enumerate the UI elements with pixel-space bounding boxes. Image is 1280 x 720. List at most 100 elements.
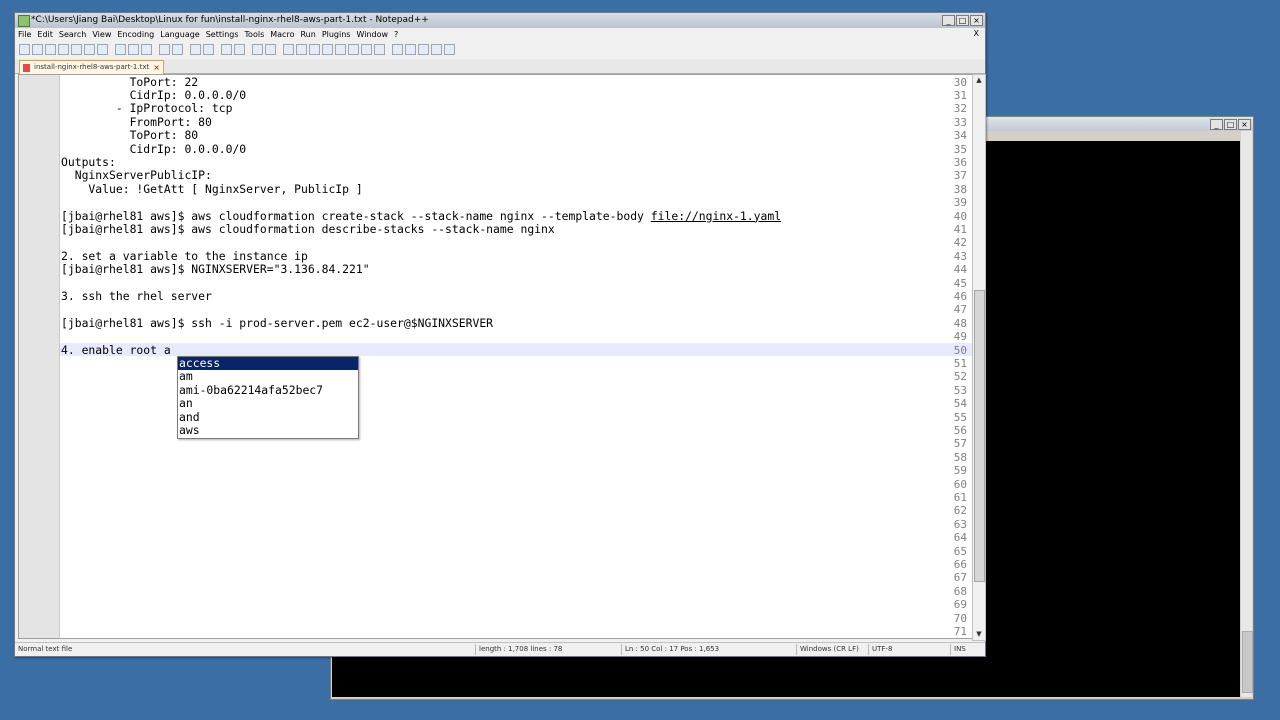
language-icon[interactable] [322, 43, 333, 55]
record-macro-icon[interactable] [392, 43, 403, 55]
console-scrollbar[interactable] [1241, 131, 1253, 697]
code-line[interactable]: [jbai@rhel81 aws]$ aws cloudformation de… [61, 221, 555, 236]
run-macro-multiple-icon[interactable] [431, 43, 442, 55]
menu-language[interactable]: Language [157, 29, 202, 41]
code-line[interactable]: ToPort: 22 [61, 75, 199, 89]
code-text: [jbai@rhel81 aws]$ aws cloudformation cr… [61, 208, 651, 223]
tab-close-icon[interactable]: × [153, 61, 160, 74]
code-line[interactable]: ToPort: 80 [61, 128, 199, 142]
code-line[interactable]: CidrIp: 0.0.0.0/0 [61, 88, 247, 102]
find-icon[interactable] [190, 43, 201, 55]
zoom-in-icon[interactable] [221, 43, 232, 55]
line-number: 67 [953, 571, 967, 585]
code-text: [jbai@rhel81 aws]$ ssh -i prod-server.pe… [61, 315, 494, 330]
close-icon[interactable]: × [970, 15, 983, 26]
autocomplete-item[interactable]: access [178, 356, 358, 371]
menu-edit[interactable]: Edit [34, 29, 56, 41]
text-editor[interactable]: 30 ToPort: 22 31 CidrIp: 0.0.0.0/0 32 - Ip… [18, 74, 974, 639]
notepad-app-icon [18, 15, 30, 27]
menu-file[interactable]: File [15, 29, 34, 41]
scroll-up-icon[interactable]: ▲ [973, 75, 985, 86]
editor-scrollbar[interactable]: ▲ ▼ [972, 74, 986, 641]
menu-tools[interactable]: Tools [242, 29, 268, 41]
code-line[interactable]: FromPort: 80 [61, 114, 212, 129]
menu-search[interactable]: Search [56, 29, 89, 41]
monitoring-icon[interactable] [374, 43, 385, 55]
tab-install-nginx[interactable]: install-nginx-rhel8-aws-part-1.txt × [19, 60, 164, 74]
save-all-icon[interactable] [58, 43, 69, 55]
tab-label: install-nginx-rhel8-aws-part-1.txt [34, 63, 150, 71]
sync-horizontal-icon[interactable] [265, 43, 276, 55]
line-number: 36 [953, 155, 967, 169]
code-line[interactable]: [jbai@rhel81 aws]$ NGINXSERVER="3.136.84… [61, 262, 370, 276]
save-icon[interactable] [45, 43, 56, 55]
autocomplete-item[interactable]: and [178, 410, 358, 424]
code-line[interactable]: Value: !GetAtt [ NginxServer, PublicIp ] [61, 182, 362, 196]
minimize-icon[interactable]: _ [942, 15, 955, 26]
paste-icon[interactable] [141, 43, 152, 55]
code-line[interactable]: 3. ssh the rhel server [61, 289, 212, 303]
code-line[interactable]: CidrIp: 0.0.0.0/0 [61, 142, 247, 156]
redo-icon[interactable] [172, 43, 183, 55]
minimize-icon[interactable]: _ [1210, 119, 1223, 130]
line-number: 66 [953, 557, 967, 571]
autocomplete-popup[interactable]: access am ami-0ba62214afa52bec7 an and a… [177, 356, 359, 439]
open-file-icon[interactable] [32, 43, 43, 55]
stop-macro-icon[interactable] [405, 43, 416, 55]
copy-icon[interactable] [128, 43, 139, 55]
sync-vertical-icon[interactable] [252, 43, 263, 55]
undo-icon[interactable] [159, 43, 170, 55]
code-line[interactable]: 4. enable root a [61, 343, 171, 357]
function-list-icon[interactable] [348, 43, 359, 55]
code-line[interactable]: NginxServerPublicIP: [61, 169, 212, 182]
code-text: FromPort: 80 [61, 114, 212, 129]
menu-help[interactable]: ? [391, 29, 401, 41]
replace-icon[interactable] [203, 43, 214, 55]
folder-workspace-icon[interactable] [361, 43, 372, 55]
menu-plugins[interactable]: Plugins [319, 29, 354, 41]
code-line[interactable]: 2. set a variable to the instance ip [61, 248, 308, 263]
indent-guide-icon[interactable] [309, 43, 320, 55]
doc-map-icon[interactable] [335, 43, 346, 55]
menu-settings[interactable]: Settings [203, 29, 242, 41]
new-file-icon[interactable] [19, 43, 30, 55]
status-eol[interactable]: Windows (CR LF) [800, 643, 859, 656]
autocomplete-item[interactable]: an [178, 396, 358, 410]
window-title: *C:\Users\Jiang Bai\Desktop\Linux for fu… [31, 15, 429, 25]
show-all-chars-icon[interactable] [296, 43, 307, 55]
cut-icon[interactable] [115, 43, 126, 55]
file-link[interactable]: file://nginx-1.yaml [651, 209, 781, 223]
scroll-down-icon[interactable]: ▼ [973, 629, 985, 640]
autocomplete-item[interactable]: aws [178, 423, 358, 437]
code-text: 2. set a variable to the instance ip [61, 248, 308, 263]
zoom-out-icon[interactable] [234, 43, 245, 55]
menu-run[interactable]: Run [297, 29, 318, 41]
status-encoding[interactable]: UTF-8 [872, 643, 892, 656]
close-document-icon[interactable]: X [974, 29, 979, 38]
maximize-icon[interactable]: □ [1224, 119, 1237, 130]
close-all-icon[interactable] [84, 43, 95, 55]
code-text: [jbai@rhel81 aws]$ aws cloudformation de… [61, 221, 555, 236]
autocomplete-item[interactable]: am [178, 369, 358, 383]
line-number: 49 [953, 330, 967, 344]
line-number: 63 [953, 517, 967, 531]
menu-encoding[interactable]: Encoding [114, 29, 157, 41]
maximize-icon[interactable]: □ [956, 15, 969, 26]
autocomplete-item[interactable]: ami-0ba62214afa52bec7 [178, 383, 358, 397]
menu-view[interactable]: View [89, 29, 114, 41]
code-line[interactable]: Outputs: [61, 155, 116, 169]
word-wrap-icon[interactable] [283, 43, 294, 55]
line-number: 52 [953, 370, 967, 384]
menu-window[interactable]: Window [353, 29, 391, 41]
scroll-thumb[interactable] [974, 290, 985, 582]
close-icon[interactable]: × [1238, 119, 1251, 130]
save-macro-icon[interactable] [444, 43, 455, 55]
menu-macro[interactable]: Macro [267, 29, 297, 41]
code-line[interactable]: [jbai@rhel81 aws]$ aws cloudformation cr… [61, 208, 781, 223]
print-icon[interactable] [97, 43, 108, 55]
close-file-icon[interactable] [71, 43, 82, 55]
play-macro-icon[interactable] [418, 43, 429, 55]
code-line[interactable]: [jbai@rhel81 aws]$ ssh -i prod-server.pe… [61, 315, 494, 330]
status-position: Ln : 50 Col : 17 Pos : 1,653 [625, 645, 720, 653]
code-line[interactable]: - IpProtocol: tcp [61, 102, 233, 115]
